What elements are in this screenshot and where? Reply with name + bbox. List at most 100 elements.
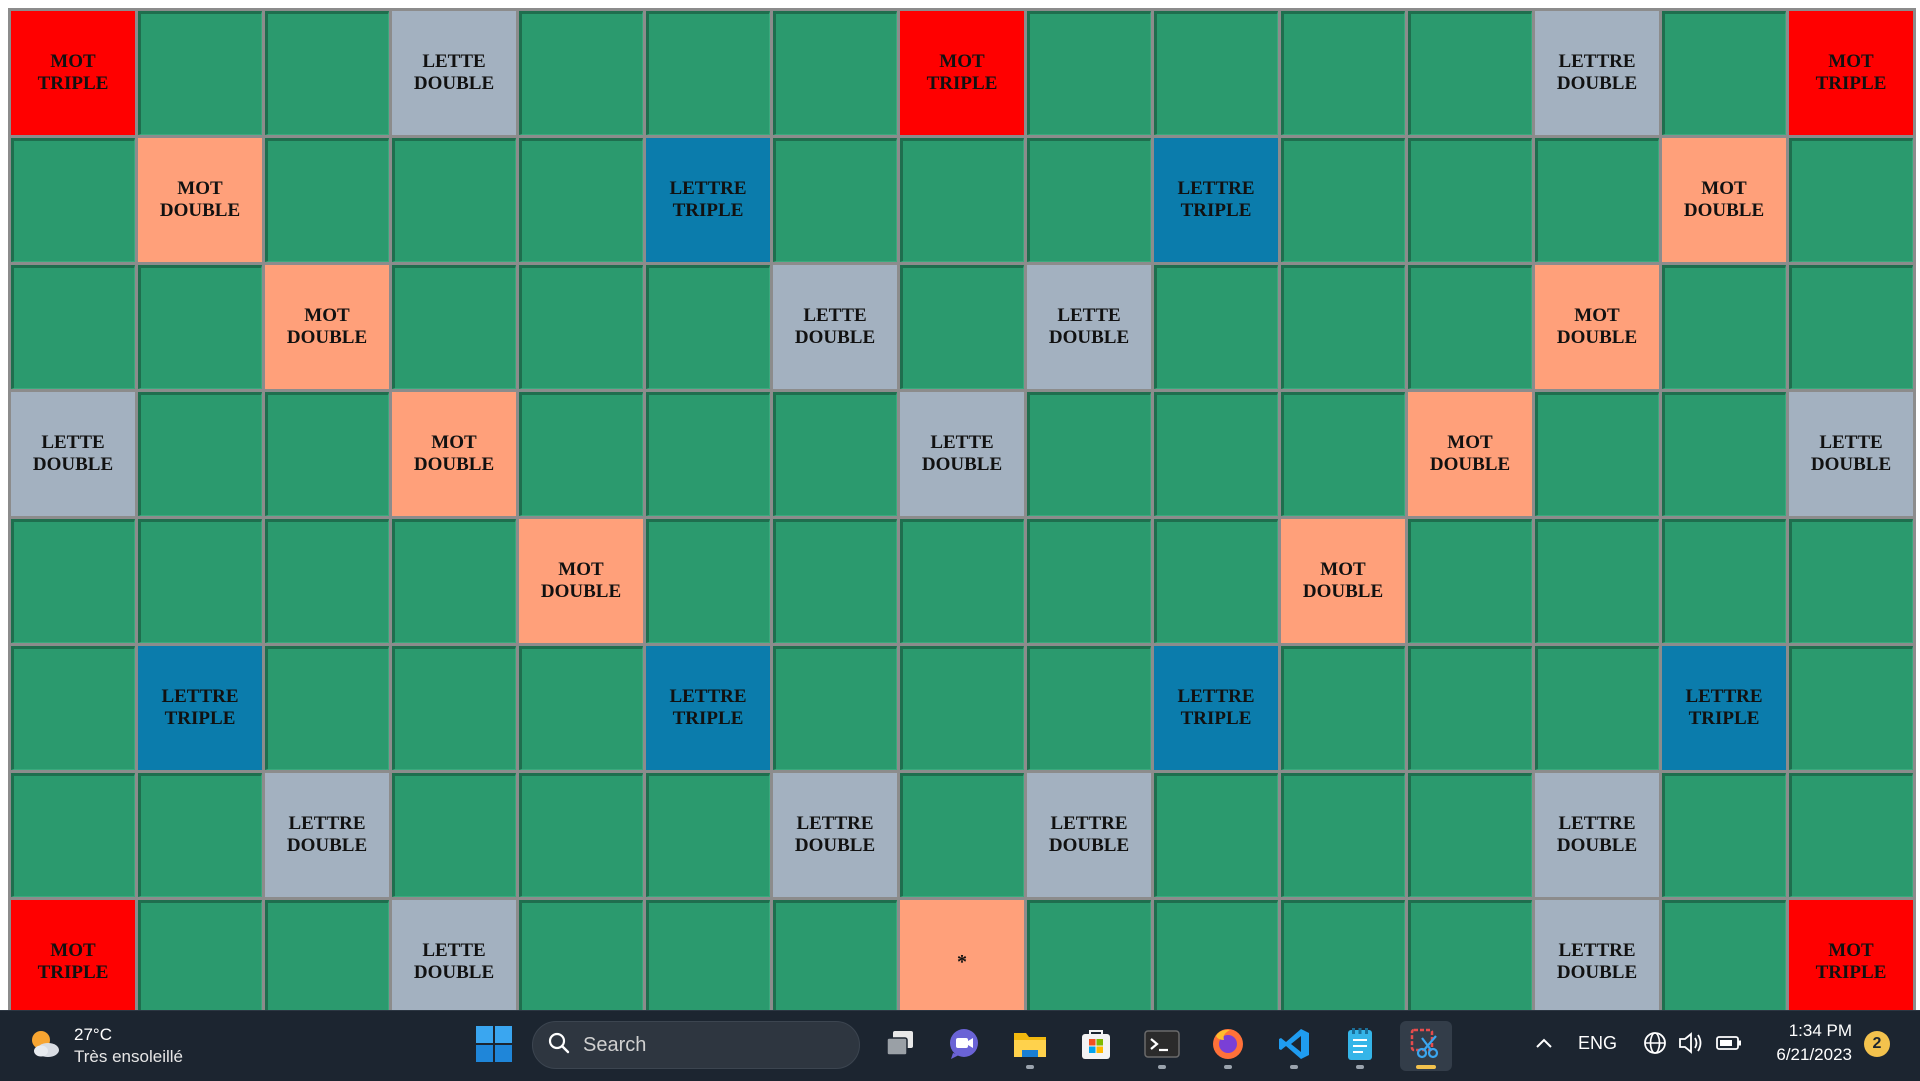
board-cell[interactable] xyxy=(138,265,262,389)
board-cell[interactable] xyxy=(646,900,770,1010)
board-cell[interactable] xyxy=(1662,11,1786,135)
lettre-double-cell[interactable]: LETTE DOUBLE xyxy=(1789,392,1913,516)
clock[interactable]: 1:34 PM 6/21/2023 xyxy=(1756,1019,1852,1067)
board-cell[interactable] xyxy=(11,773,135,897)
lettre-double-cell[interactable]: LETTRE DOUBLE xyxy=(1027,773,1151,897)
board-cell[interactable] xyxy=(1535,138,1659,262)
file-explorer-button[interactable] xyxy=(1004,1021,1056,1071)
lettre-triple-cell[interactable]: LETTRE TRIPLE xyxy=(138,646,262,770)
board-cell[interactable] xyxy=(392,138,516,262)
mot-triple-cell[interactable]: MOT TRIPLE xyxy=(11,900,135,1010)
mot-double-cell[interactable]: MOT DOUBLE xyxy=(1281,519,1405,643)
mot-double-cell[interactable]: MOT DOUBLE xyxy=(1408,392,1532,516)
mot-triple-cell[interactable]: MOT TRIPLE xyxy=(11,11,135,135)
board-cell[interactable] xyxy=(1789,773,1913,897)
board-cell[interactable] xyxy=(138,392,262,516)
board-cell[interactable] xyxy=(773,138,897,262)
search-input[interactable]: Search xyxy=(532,1021,860,1069)
board-cell[interactable] xyxy=(900,519,1024,643)
board-cell[interactable] xyxy=(138,11,262,135)
board-cell[interactable] xyxy=(265,392,389,516)
board-cell[interactable] xyxy=(1535,392,1659,516)
board-cell[interactable] xyxy=(1408,11,1532,135)
mot-double-cell[interactable]: MOT DOUBLE xyxy=(519,519,643,643)
board-cell[interactable] xyxy=(1027,11,1151,135)
board-cell[interactable] xyxy=(1154,773,1278,897)
board-cell[interactable] xyxy=(519,646,643,770)
board-cell[interactable] xyxy=(265,138,389,262)
board-cell[interactable] xyxy=(519,11,643,135)
mot-double-cell[interactable]: MOT DOUBLE xyxy=(265,265,389,389)
board-cell[interactable] xyxy=(1281,773,1405,897)
board-cell[interactable] xyxy=(11,519,135,643)
board-cell[interactable] xyxy=(11,646,135,770)
board-cell[interactable] xyxy=(1408,900,1532,1010)
board-cell[interactable] xyxy=(519,392,643,516)
board-cell[interactable] xyxy=(646,392,770,516)
board-cell[interactable] xyxy=(646,265,770,389)
board-cell[interactable] xyxy=(519,900,643,1010)
board-cell[interactable] xyxy=(1154,11,1278,135)
lettre-double-cell[interactable]: LETTE DOUBLE xyxy=(392,11,516,135)
board-cell[interactable] xyxy=(1154,265,1278,389)
board-cell[interactable] xyxy=(265,11,389,135)
board-cell[interactable] xyxy=(1281,900,1405,1010)
mot-double-cell[interactable]: MOT DOUBLE xyxy=(392,392,516,516)
mot-triple-cell[interactable]: MOT TRIPLE xyxy=(1789,11,1913,135)
teams-chat-button[interactable] xyxy=(938,1021,990,1071)
show-hidden-icons-button[interactable] xyxy=(1530,1029,1558,1061)
board-cell[interactable] xyxy=(1281,265,1405,389)
mot-triple-cell[interactable]: MOT TRIPLE xyxy=(900,11,1024,135)
board-cell[interactable] xyxy=(1662,392,1786,516)
mot-double-cell[interactable]: MOT DOUBLE xyxy=(1535,265,1659,389)
board-cell[interactable] xyxy=(11,265,135,389)
mot-double-cell[interactable]: MOT DOUBLE xyxy=(138,138,262,262)
board-cell[interactable] xyxy=(11,138,135,262)
board-cell[interactable] xyxy=(138,773,262,897)
board-cell[interactable] xyxy=(900,138,1024,262)
lettre-double-cell[interactable]: LETTE DOUBLE xyxy=(11,392,135,516)
battery-button[interactable] xyxy=(1714,1029,1744,1061)
board-cell[interactable] xyxy=(900,646,1024,770)
board-cell[interactable] xyxy=(1789,138,1913,262)
lettre-double-cell[interactable]: LETTRE DOUBLE xyxy=(773,773,897,897)
mot-double-cell[interactable]: MOT DOUBLE xyxy=(1662,138,1786,262)
board-cell[interactable] xyxy=(900,773,1024,897)
board-cell[interactable] xyxy=(1154,519,1278,643)
lettre-double-cell[interactable]: LETTRE DOUBLE xyxy=(1535,900,1659,1010)
lettre-triple-cell[interactable]: LETTRE TRIPLE xyxy=(1154,646,1278,770)
board-cell[interactable] xyxy=(646,773,770,897)
board-cell[interactable] xyxy=(1662,265,1786,389)
board-cell[interactable] xyxy=(1662,519,1786,643)
board-cell[interactable] xyxy=(1408,519,1532,643)
board-cell[interactable] xyxy=(773,646,897,770)
board-cell[interactable] xyxy=(1662,773,1786,897)
board-cell[interactable] xyxy=(773,519,897,643)
board-cell[interactable] xyxy=(1789,646,1913,770)
board-cell[interactable] xyxy=(646,11,770,135)
lettre-double-cell[interactable]: LETTE DOUBLE xyxy=(392,900,516,1010)
start-button[interactable] xyxy=(474,1023,514,1069)
lettre-double-cell[interactable]: LETTE DOUBLE xyxy=(900,392,1024,516)
board-cell[interactable] xyxy=(392,773,516,897)
board-cell[interactable] xyxy=(1154,392,1278,516)
board-cell[interactable] xyxy=(1281,646,1405,770)
board-cell[interactable] xyxy=(1408,265,1532,389)
lettre-double-cell[interactable]: LETTE DOUBLE xyxy=(773,265,897,389)
microsoft-store-button[interactable] xyxy=(1070,1021,1122,1071)
board-cell[interactable] xyxy=(1281,11,1405,135)
board-cell[interactable] xyxy=(1027,519,1151,643)
board-cell[interactable] xyxy=(519,138,643,262)
vscode-button[interactable] xyxy=(1268,1021,1320,1071)
board-cell[interactable] xyxy=(265,646,389,770)
center-star-cell[interactable]: * xyxy=(900,900,1024,1010)
board-cell[interactable] xyxy=(392,519,516,643)
firefox-button[interactable] xyxy=(1202,1021,1254,1071)
notification-badge[interactable]: 2 xyxy=(1864,1031,1890,1057)
board-cell[interactable] xyxy=(773,11,897,135)
board-cell[interactable] xyxy=(1027,900,1151,1010)
terminal-button[interactable] xyxy=(1136,1021,1188,1071)
board-cell[interactable] xyxy=(1027,138,1151,262)
board-cell[interactable] xyxy=(1027,646,1151,770)
lettre-triple-cell[interactable]: LETTRE TRIPLE xyxy=(646,646,770,770)
